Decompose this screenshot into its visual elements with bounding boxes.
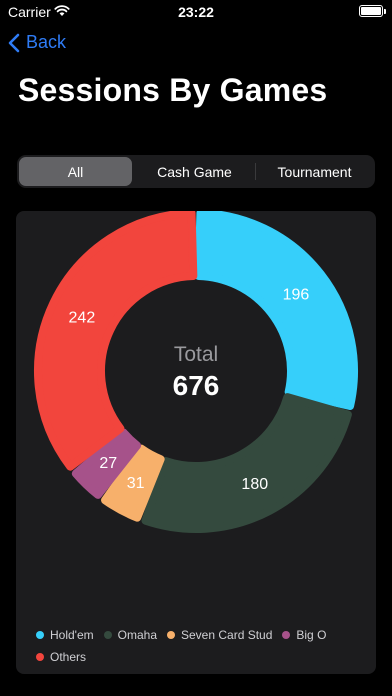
legend-label: Others — [50, 650, 87, 664]
legend-item: Others — [36, 646, 86, 668]
legend-dot — [36, 631, 44, 639]
battery-icon — [359, 5, 386, 17]
legend-label: Hold'em — [50, 628, 94, 642]
segment-tournament[interactable]: Tournament — [256, 157, 373, 186]
legend-item: Omaha — [103, 624, 157, 646]
legend-item: Hold'em — [36, 624, 94, 646]
slice-value-label: 242 — [69, 309, 96, 326]
back-label: Back — [26, 32, 67, 52]
legend-label: Big O — [296, 628, 327, 642]
legend-dot — [36, 653, 44, 661]
segment-all[interactable]: All — [19, 157, 132, 186]
slice-omaha[interactable] — [141, 393, 352, 533]
segment-cash-game[interactable]: Cash Game — [135, 157, 254, 186]
slice-value-label: 31 — [127, 475, 145, 492]
legend-dot — [167, 631, 175, 639]
slice-value-label: 180 — [241, 476, 268, 493]
page-title: Sessions By Games — [18, 72, 328, 108]
slice-value-label: 27 — [99, 455, 117, 472]
game-type-segmented-control: All Cash Game Tournament — [17, 155, 375, 188]
legend-label: Omaha — [117, 628, 157, 642]
slice-value-label: 196 — [283, 286, 310, 303]
legend-item: Seven Card Stud — [167, 624, 272, 646]
legend-label: Seven Card Stud — [181, 628, 273, 642]
legend-dot — [103, 631, 112, 639]
chevron-left-icon — [8, 33, 20, 52]
clock: 23:22 — [178, 4, 214, 20]
slice-others[interactable] — [34, 211, 198, 471]
sessions-donut-chart: Total 676 196 180 31 27 242 — [34, 211, 358, 533]
slice-hold-em[interactable] — [194, 211, 358, 410]
center-label: Total — [174, 343, 218, 366]
status-bar: Carrier 23:22 — [0, 0, 392, 24]
legend-dot — [282, 631, 291, 639]
chart-card: Total 676 196 180 31 27 242 — [16, 211, 376, 674]
legend-item: Big O — [282, 624, 326, 646]
back-button[interactable]: Back — [8, 32, 66, 53]
center-total: 676 — [173, 370, 220, 401]
chart-legend: Hold'em Omaha Seven Card Stud Big O Others — [36, 624, 356, 668]
